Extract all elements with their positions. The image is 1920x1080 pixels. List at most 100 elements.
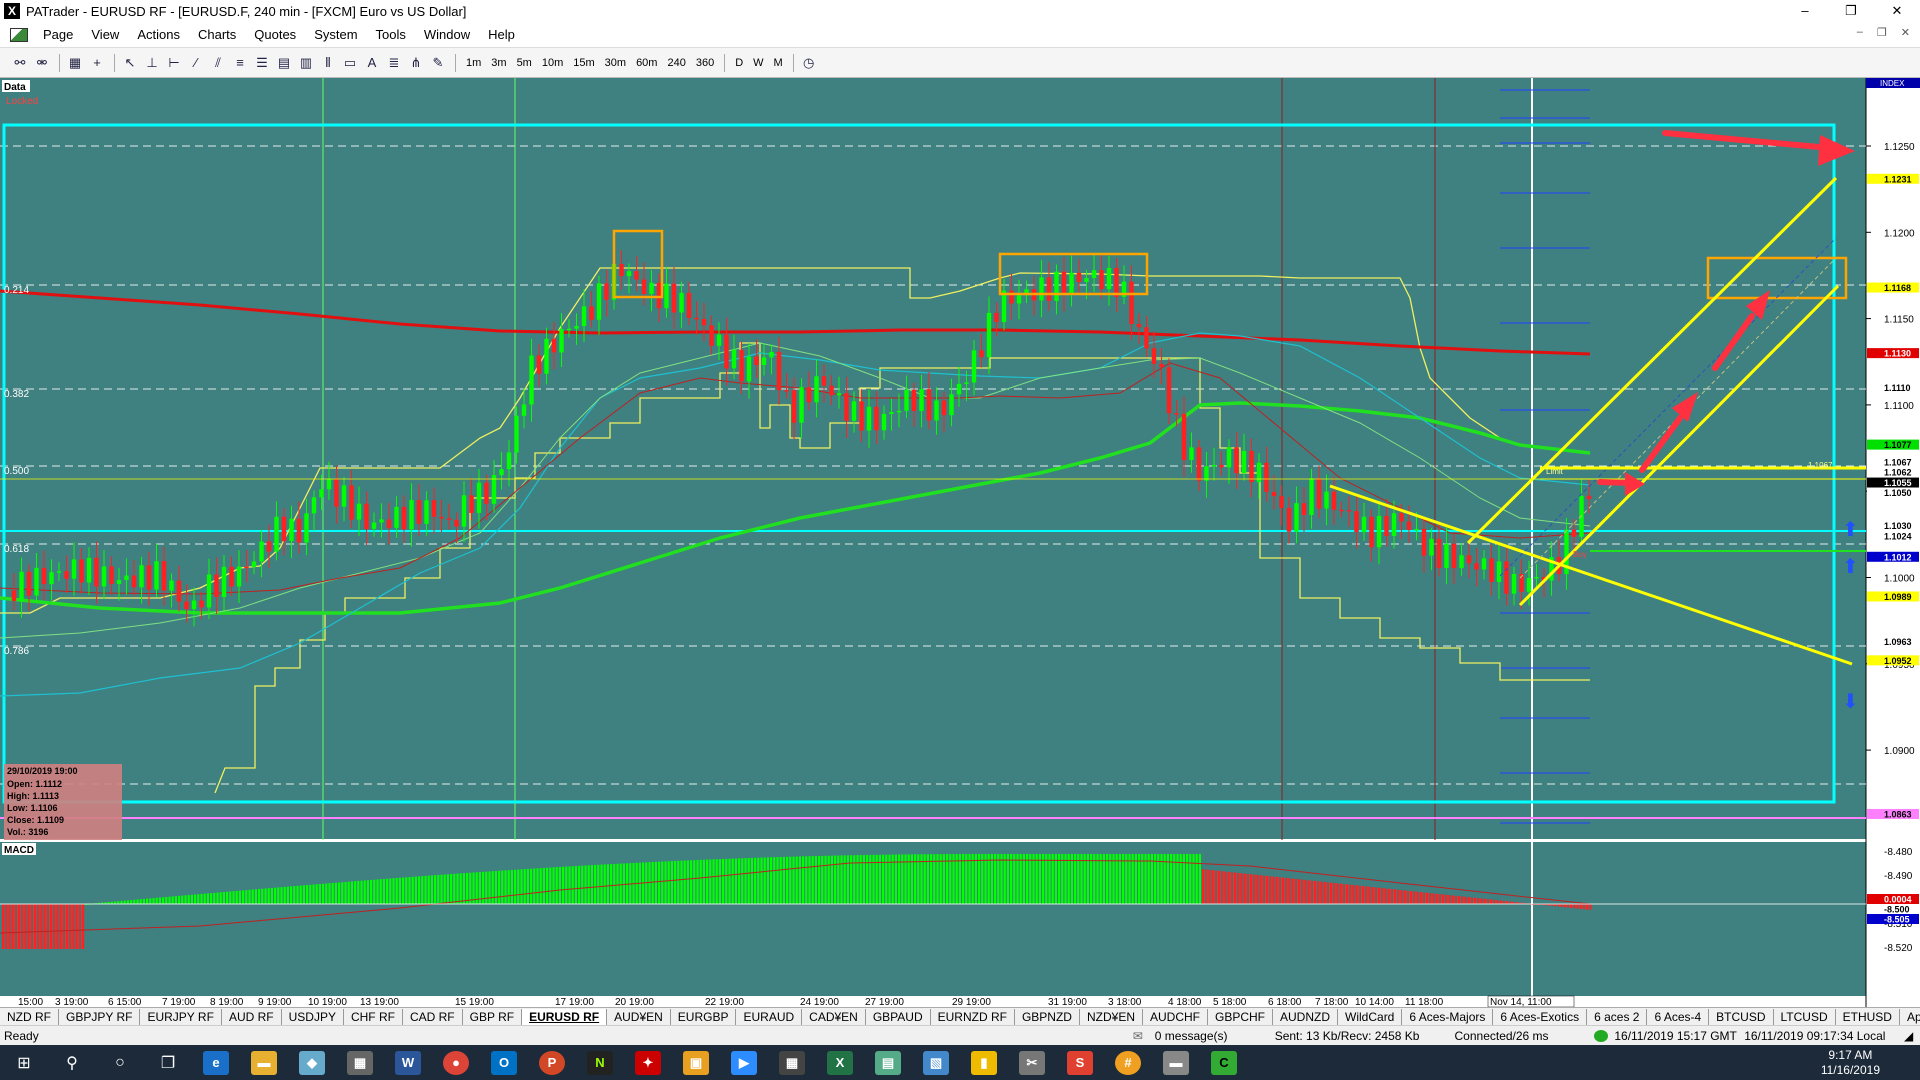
clock-icon[interactable]: ◷ (799, 53, 819, 73)
menu-page[interactable]: Page (34, 27, 82, 42)
app-icon[interactable]: N (576, 1045, 624, 1080)
price-chart[interactable]: ⬆ ⬆ ⬇ Limit Buy 1.1067 Data Locked 0.214… (0, 78, 1920, 1007)
fib-extension-icon[interactable]: ☰ (252, 53, 272, 73)
tab-apple[interactable]: Apple (1900, 1009, 1920, 1025)
gann-icon[interactable]: ▤ (274, 53, 294, 73)
draw-icon[interactable]: ✎ (428, 53, 448, 73)
tf-30m[interactable]: 30m (605, 57, 626, 69)
levels-icon[interactable]: ≣ (384, 53, 404, 73)
app-icon[interactable]: ▮ (960, 1045, 1008, 1080)
mdi-minimize-button[interactable]: – (1857, 26, 1863, 39)
app-icon[interactable]: ▧ (912, 1045, 960, 1080)
app-icon[interactable]: ✦ (624, 1045, 672, 1080)
tf-360[interactable]: 360 (696, 57, 714, 69)
tf-monthly[interactable]: M (774, 57, 783, 69)
tab-6-aces-2[interactable]: 6 aces 2 (1587, 1008, 1648, 1025)
rectangle-icon[interactable]: ▭ (340, 53, 360, 73)
channel-icon[interactable]: ⫽ (208, 53, 228, 73)
patrader-taskbar-icon[interactable]: ▦ (336, 1045, 384, 1080)
tab-aud-rf[interactable]: AUD RF (222, 1008, 282, 1025)
search-icon[interactable]: ⚲ (48, 1045, 96, 1080)
tab-nzd-en[interactable]: NZD¥EN (1080, 1008, 1143, 1025)
link-icon[interactable]: ⚯ (10, 53, 30, 73)
mdi-restore-button[interactable]: ❐ (1877, 26, 1887, 39)
app-icon[interactable]: ▣ (672, 1045, 720, 1080)
tab-gbpjpy-rf[interactable]: GBPJPY RF (59, 1008, 141, 1025)
tab-audchf[interactable]: AUDCHF (1143, 1008, 1208, 1025)
outlook-icon[interactable]: O (480, 1045, 528, 1080)
hline-icon[interactable]: ⊥ (142, 53, 162, 73)
menu-tools[interactable]: Tools (367, 27, 415, 42)
tf-15m[interactable]: 15m (573, 57, 594, 69)
tf-1m[interactable]: 1m (466, 57, 481, 69)
maximize-button[interactable]: ❐ (1828, 0, 1874, 22)
vline-icon[interactable]: ⊢ (164, 53, 184, 73)
tab-btcusd[interactable]: BTCUSD (1709, 1008, 1774, 1025)
tab-gbpchf[interactable]: GBPCHF (1208, 1008, 1274, 1025)
explorer-icon[interactable]: ▬ (240, 1045, 288, 1080)
powerpoint-icon[interactable]: P (528, 1045, 576, 1080)
tf-weekly[interactable]: W (753, 57, 763, 69)
minimize-button[interactable]: – (1782, 0, 1828, 22)
tab-6-aces-majors[interactable]: 6 Aces-Majors (1402, 1008, 1494, 1025)
tab-eurjpy-rf[interactable]: EURJPY RF (140, 1008, 222, 1025)
tab-gbpaud[interactable]: GBPAUD (866, 1008, 931, 1025)
tab-aud-en[interactable]: AUD¥EN (607, 1008, 671, 1025)
tf-daily[interactable]: D (735, 57, 743, 69)
app-icon[interactable]: # (1104, 1045, 1152, 1080)
pointer-icon[interactable]: ↖ (120, 53, 140, 73)
unlink-icon[interactable]: ⚮ (32, 53, 52, 73)
tab-gbpnzd[interactable]: GBPNZD (1015, 1008, 1080, 1025)
app-icon[interactable]: ▬ (1152, 1045, 1200, 1080)
tab-6-aces-exotics[interactable]: 6 Aces-Exotics (1493, 1008, 1588, 1025)
menu-window[interactable]: Window (415, 27, 479, 42)
app-icon[interactable]: ◆ (288, 1045, 336, 1080)
tab-cad-en[interactable]: CAD¥EN (802, 1008, 866, 1025)
tab-wildcard[interactable]: WildCard (1338, 1008, 1403, 1025)
excel-icon[interactable]: X (816, 1045, 864, 1080)
tf-3m[interactable]: 3m (491, 57, 506, 69)
menu-charts[interactable]: Charts (189, 27, 245, 42)
tab-chf-rf[interactable]: CHF RF (344, 1008, 403, 1025)
fib-icon[interactable]: ≡ (230, 53, 250, 73)
app-icon[interactable]: ▤ (864, 1045, 912, 1080)
tf-60m[interactable]: 60m (636, 57, 657, 69)
tab-euraud[interactable]: EURAUD (736, 1008, 803, 1025)
menu-actions[interactable]: Actions (128, 27, 189, 42)
menu-quotes[interactable]: Quotes (245, 27, 305, 42)
app-icon[interactable]: ✂ (1008, 1045, 1056, 1080)
resize-grip-icon[interactable]: ◢ (1904, 1029, 1920, 1043)
chrome-icon[interactable]: ● (432, 1045, 480, 1080)
tab-eurnzd-rf[interactable]: EURNZD RF (931, 1008, 1015, 1025)
menu-system[interactable]: System (305, 27, 366, 42)
pitchfork-icon[interactable]: ⋔ (406, 53, 426, 73)
tab-usdjpy[interactable]: USDJPY (282, 1008, 344, 1025)
grid-icon[interactable]: ▥ (296, 53, 316, 73)
new-chart-icon[interactable]: ▦ (65, 53, 85, 73)
crosshair-icon[interactable]: + (87, 53, 107, 73)
tf-240[interactable]: 240 (667, 57, 685, 69)
task-view-icon[interactable]: ❐ (144, 1045, 192, 1080)
trendline-icon[interactable]: ∕ (186, 53, 206, 73)
app-icon[interactable]: C (1200, 1045, 1248, 1080)
tab-cad-rf[interactable]: CAD RF (403, 1008, 463, 1025)
tab-gbp-rf[interactable]: GBP RF (463, 1008, 523, 1025)
app-icon[interactable]: S (1056, 1045, 1104, 1080)
tab-6-aces-4[interactable]: 6 Aces-4 (1647, 1008, 1710, 1025)
edge-icon[interactable]: e (192, 1045, 240, 1080)
calculator-icon[interactable]: ▦ (768, 1045, 816, 1080)
tab-eurgbp[interactable]: EURGBP (671, 1008, 737, 1025)
cycle-icon[interactable]: ⦀ (318, 53, 338, 73)
text-icon[interactable]: A (362, 53, 382, 73)
menu-view[interactable]: View (82, 27, 128, 42)
chart-icon[interactable] (10, 27, 28, 42)
mdi-close-button[interactable]: ✕ (1901, 26, 1910, 39)
tf-10m[interactable]: 10m (542, 57, 563, 69)
taskbar-clock[interactable]: 9:17 AM 11/16/2019 (1821, 1048, 1880, 1078)
start-icon[interactable]: ⊞ (0, 1045, 48, 1080)
word-icon[interactable]: W (384, 1045, 432, 1080)
tab-audnzd[interactable]: AUDNZD (1273, 1008, 1339, 1025)
tab-ltcusd[interactable]: LTCUSD (1774, 1008, 1836, 1025)
chart-window[interactable]: ⬆ ⬆ ⬇ Limit Buy 1.1067 Data Locked 0.214… (0, 78, 1920, 1007)
cortana-icon[interactable]: ○ (96, 1045, 144, 1080)
